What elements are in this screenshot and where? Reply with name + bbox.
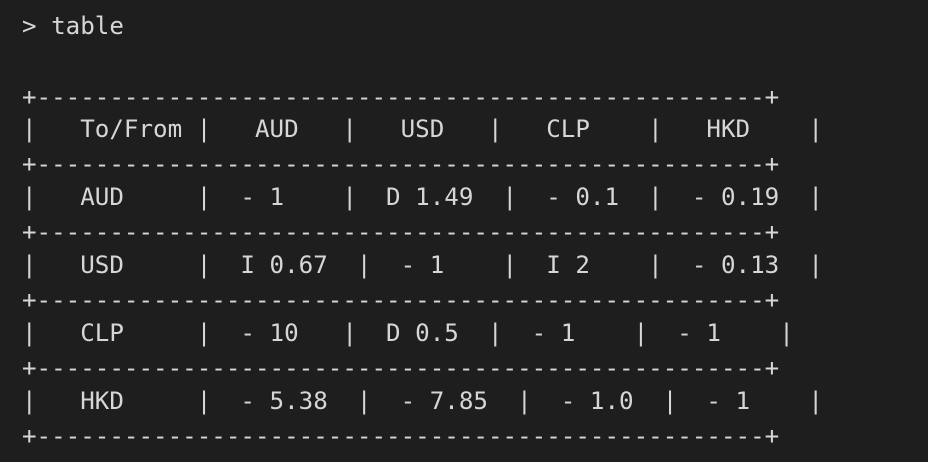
command-prompt: > table bbox=[22, 12, 124, 40]
table-border: +---------------------------------------… bbox=[22, 83, 780, 111]
table-row-usd: | USD | I 0.67 | - 1 | I 2 | - 0.13 | bbox=[22, 251, 823, 279]
table-header-row: | To/From | AUD | USD | CLP | HKD | bbox=[22, 115, 823, 143]
table-row-aud: | AUD | - 1 | D 1.49 | - 0.1 | - 0.19 | bbox=[22, 183, 823, 211]
table-row-clp: | CLP | - 10 | D 0.5 | - 1 | - 1 | bbox=[22, 319, 794, 347]
table-border: +---------------------------------------… bbox=[22, 354, 780, 382]
table-border: +---------------------------------------… bbox=[22, 150, 780, 178]
table-border: +---------------------------------------… bbox=[22, 422, 780, 450]
table-border: +---------------------------------------… bbox=[22, 286, 780, 314]
table-row-hkd: | HKD | - 5.38 | - 7.85 | - 1.0 | - 1 | bbox=[22, 387, 823, 415]
table-border: +---------------------------------------… bbox=[22, 218, 780, 246]
terminal-window: > table +-------------------------------… bbox=[0, 0, 928, 462]
